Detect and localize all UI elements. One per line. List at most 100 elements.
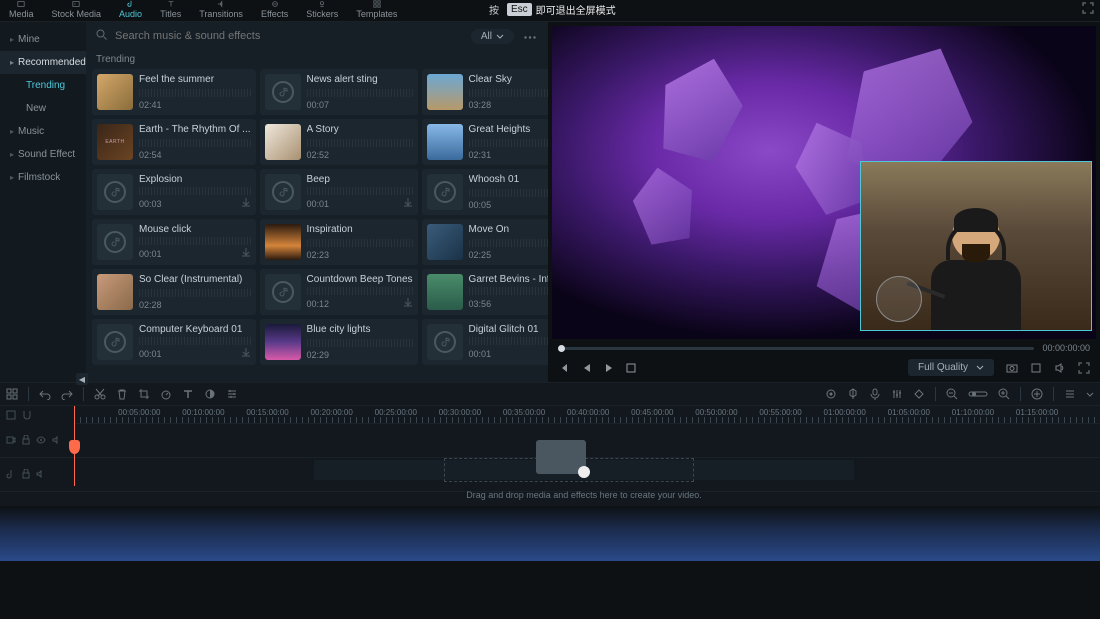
audio-card[interactable]: Blue city lights02:29 (260, 319, 418, 365)
tab-transitions[interactable]: Transitions (190, 0, 252, 21)
zoom-fit-icon[interactable] (968, 389, 988, 399)
sidebar-sub-new[interactable]: New (0, 97, 86, 120)
expand-icon[interactable] (1082, 2, 1094, 17)
sidebar-item-music[interactable]: Music (0, 120, 86, 143)
audio-card[interactable]: Clear Sky03:28 (422, 69, 548, 115)
preview-panel: 00:00:00:00 Full Quality (548, 22, 1100, 382)
audio-card[interactable]: Earth - The Rhythm Of ...02:54 (92, 119, 256, 165)
snapshot-icon[interactable] (1006, 362, 1018, 374)
audio-track-lane[interactable] (74, 458, 1100, 491)
markers-icon[interactable] (1030, 362, 1042, 374)
record-icon[interactable] (825, 388, 837, 400)
audio-card[interactable]: Garret Bevins - Infinite ...03:56 (422, 269, 548, 315)
preview-scrubber[interactable] (558, 347, 1034, 350)
tab-stock-media[interactable]: Stock Media (43, 0, 111, 21)
card-title: So Clear (Instrumental) (139, 274, 251, 285)
list-icon[interactable] (1064, 388, 1076, 400)
sidebar-sub-trending[interactable]: Trending (0, 74, 86, 97)
webcam-overlay[interactable] (860, 161, 1092, 331)
duration: 00:03 (139, 199, 162, 209)
visibility-icon[interactable] (36, 436, 46, 446)
tab-audio[interactable]: Audio (110, 0, 151, 21)
ruler-tick: 00:30:00:00 (439, 408, 481, 417)
sidebar-item-filmstock[interactable]: Filmstock (0, 166, 86, 189)
audio-card[interactable]: Computer Keyboard 0100:01 (92, 319, 256, 365)
download-icon[interactable] (403, 197, 413, 210)
tab-effects[interactable]: Effects (252, 0, 297, 21)
audio-card[interactable]: Whoosh 0100:05 (422, 169, 548, 215)
adjust-icon[interactable] (226, 388, 238, 400)
step-back-button[interactable] (582, 362, 592, 374)
mute-icon[interactable] (36, 470, 46, 480)
audio-card[interactable]: Explosion00:03 (92, 169, 256, 215)
quality-dropdown[interactable]: Full Quality (908, 359, 994, 376)
color-icon[interactable] (204, 388, 216, 400)
sidebar-item-mine[interactable]: Mine (0, 28, 86, 51)
audio-card[interactable]: Countdown Beep Tones 00:12 (260, 269, 418, 315)
more-menu-icon[interactable] (522, 28, 538, 44)
audio-card[interactable]: A Story02:52 (260, 119, 418, 165)
sidebar-item-recommended[interactable]: Recommended (0, 51, 86, 74)
duration: 02:28 (139, 300, 162, 310)
audio-card[interactable]: News alert sting00:07 (260, 69, 418, 115)
speed-icon[interactable] (160, 388, 172, 400)
layout-icon[interactable] (6, 388, 18, 400)
magnet-icon[interactable] (22, 410, 32, 423)
fullscreen-preview-icon[interactable] (1078, 362, 1090, 374)
audio-card[interactable]: Mouse click00:01 (92, 219, 256, 265)
delete-icon[interactable] (116, 388, 128, 400)
audio-card[interactable]: Beep00:01 (260, 169, 418, 215)
redo-icon[interactable] (61, 388, 73, 400)
audio-card[interactable]: Inspiration02:23 (260, 219, 418, 265)
duration: 00:05 (469, 200, 492, 210)
zoom-out-icon[interactable] (946, 388, 958, 400)
undo-icon[interactable] (39, 388, 51, 400)
search-input[interactable] (115, 30, 463, 42)
tab-media[interactable]: Media (0, 0, 43, 21)
download-icon[interactable] (241, 197, 251, 210)
cut-icon[interactable] (94, 388, 106, 400)
download-icon[interactable] (403, 297, 413, 310)
text-icon[interactable] (182, 388, 194, 400)
lock-icon[interactable] (22, 435, 30, 447)
audio-card[interactable]: Great Heights02:31 (422, 119, 548, 165)
timecode: 00:00:00:00 (1042, 343, 1090, 353)
stop-button[interactable] (626, 363, 636, 373)
waveform (139, 89, 251, 97)
crop-icon[interactable] (138, 388, 150, 400)
collapse-sidebar-icon[interactable]: ◀ (76, 373, 88, 385)
video-track-header (0, 424, 74, 458)
duration: 00:12 (307, 299, 330, 309)
download-icon[interactable] (241, 247, 251, 260)
audio-card[interactable]: Digital Glitch 0100:01 (422, 319, 548, 365)
card-title: Countdown Beep Tones (307, 274, 413, 285)
settings-dropdown-icon[interactable] (1086, 392, 1094, 397)
keyframe-icon[interactable] (913, 388, 925, 400)
tab-titles[interactable]: Titles (151, 0, 190, 21)
preview-canvas[interactable] (552, 26, 1096, 339)
zoom-all-icon[interactable] (1031, 388, 1043, 400)
volume-icon[interactable] (1054, 362, 1066, 374)
mic-icon[interactable] (869, 388, 881, 400)
timeline-ruler[interactable]: 00:05:00:0000:10:00:0000:15:00:0000:20:0… (74, 406, 1100, 424)
audio-card[interactable]: So Clear (Instrumental) 02:28 (92, 269, 256, 315)
prev-frame-button[interactable] (558, 362, 570, 374)
sidebar-item-sound-effect[interactable]: Sound Effect (0, 143, 86, 166)
audio-track-icon[interactable] (6, 469, 16, 481)
track-view-icon[interactable] (6, 410, 16, 423)
marker-icon[interactable] (847, 388, 859, 400)
lock-icon[interactable] (22, 469, 30, 481)
mute-icon[interactable] (52, 436, 62, 446)
mixer-icon[interactable] (891, 388, 903, 400)
video-track-icon[interactable] (6, 435, 16, 447)
download-icon[interactable] (241, 347, 251, 360)
video-track-lane[interactable]: Drag and drop media and effects here to … (74, 424, 1100, 457)
play-button[interactable] (604, 362, 614, 374)
audio-card[interactable]: Move On02:25 (422, 219, 548, 265)
tab-stickers[interactable]: Stickers (297, 0, 347, 21)
card-title: Beep (307, 174, 413, 185)
zoom-in-icon[interactable] (998, 388, 1010, 400)
filter-dropdown[interactable]: All (471, 29, 514, 44)
audio-card[interactable]: Feel the summer02:41 (92, 69, 256, 115)
tab-templates[interactable]: Templates (347, 0, 406, 21)
